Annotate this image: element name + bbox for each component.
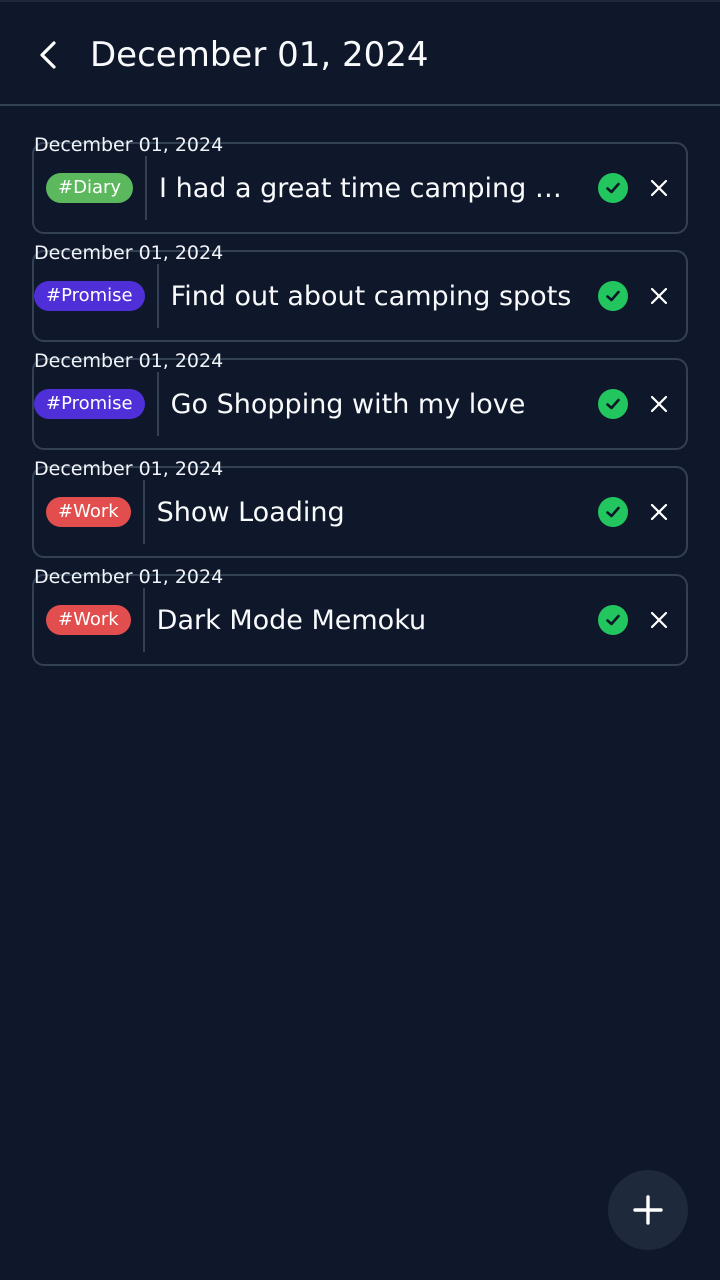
tag-container: #Diary [34,156,148,220]
memo-item: December 01, 2024 #Work Dark Mode Memoku [32,564,688,672]
memo-text[interactable]: Go Shopping with my love [159,389,587,420]
close-icon [650,503,668,521]
delete-button[interactable] [644,281,674,311]
memo-actions [598,173,686,203]
tag-badge[interactable]: #Work [46,497,131,527]
complete-button[interactable] [598,281,628,311]
tag-container: #Promise [34,264,159,328]
app-screen: December 01, 2024 December 01, 2024 #Dia… [0,0,720,1280]
check-icon [606,614,620,626]
memo-item: December 01, 2024 #Promise Go Shopping w… [32,348,688,456]
memo-text[interactable]: Find out about camping spots [159,281,587,312]
memo-actions [598,605,686,635]
delete-button[interactable] [644,389,674,419]
tag-badge[interactable]: #Promise [34,389,145,419]
memo-item: December 01, 2024 #Promise Find out abou… [32,240,688,348]
tag-badge[interactable]: #Diary [46,173,134,203]
check-icon [606,182,620,194]
memo-item: December 01, 2024 #Diary I had a great t… [32,132,688,240]
memo-date: December 01, 2024 [34,458,224,480]
memo-actions [598,281,686,311]
tag-container: #Promise [34,372,159,436]
check-icon [606,398,620,410]
tag-container: #Work [34,588,145,652]
tag-badge[interactable]: #Promise [34,281,145,311]
complete-button[interactable] [598,497,628,527]
back-button[interactable] [30,34,66,76]
memo-actions [598,389,686,419]
app-header: December 01, 2024 [0,2,720,106]
memo-date: December 01, 2024 [34,134,224,156]
complete-button[interactable] [598,173,628,203]
delete-button[interactable] [644,497,674,527]
delete-button[interactable] [644,173,674,203]
close-icon [650,179,668,197]
memo-list: December 01, 2024 #Diary I had a great t… [32,132,688,672]
memo-text[interactable]: Dark Mode Memoku [145,605,573,636]
memo-text[interactable]: I had a great time camping with my famil… [147,173,575,204]
memo-date: December 01, 2024 [34,242,224,264]
tag-container: #Work [34,480,145,544]
plus-icon [633,1195,663,1225]
close-icon [650,611,668,629]
close-icon [650,287,668,305]
memo-date: December 01, 2024 [34,566,224,588]
complete-button[interactable] [598,605,628,635]
memo-actions [598,497,686,527]
complete-button[interactable] [598,389,628,419]
memo-date: December 01, 2024 [34,350,224,372]
check-icon [606,506,620,518]
tag-badge[interactable]: #Work [46,605,131,635]
page-title: December 01, 2024 [90,35,429,75]
add-memo-button[interactable] [608,1170,688,1250]
check-icon [606,290,620,302]
memo-text[interactable]: Show Loading [145,497,573,528]
memo-item: December 01, 2024 #Work Show Loading [32,456,688,564]
close-icon [650,395,668,413]
chevron-left-icon [40,41,56,69]
delete-button[interactable] [644,605,674,635]
